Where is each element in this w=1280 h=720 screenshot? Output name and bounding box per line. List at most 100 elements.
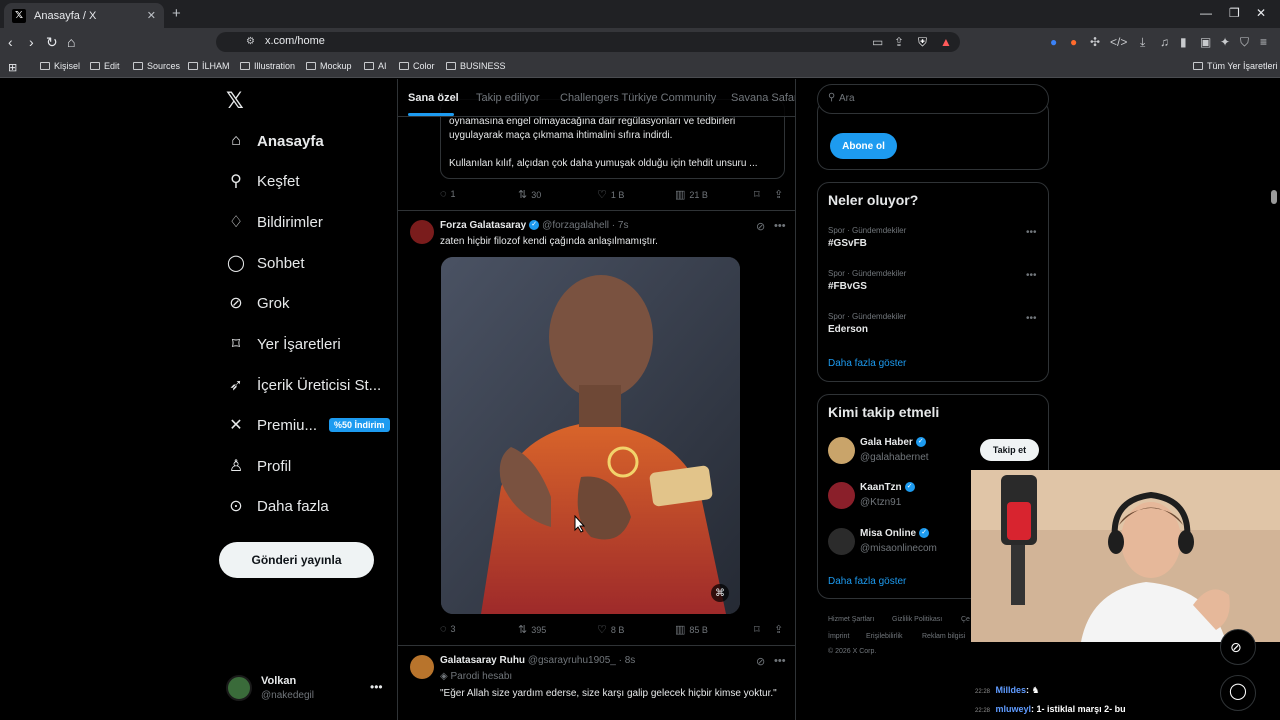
site-info-icon[interactable]: ⚙ bbox=[246, 35, 255, 49]
more-horizontal-icon[interactable]: ••• bbox=[774, 655, 786, 667]
like-button[interactable]: ♡ 8 B bbox=[597, 623, 624, 636]
trend-item[interactable]: Ederson bbox=[828, 324, 868, 335]
share-icon[interactable]: ⇪ bbox=[894, 35, 904, 49]
maximize-icon[interactable]: ❐ bbox=[1229, 6, 1240, 20]
avatar[interactable] bbox=[410, 220, 434, 244]
devtools-icon[interactable]: </> bbox=[1110, 35, 1127, 49]
vpn-icon[interactable]: ⛉ bbox=[1240, 35, 1249, 49]
share-post-button[interactable]: ⇪ bbox=[774, 188, 783, 201]
views-button[interactable]: ▥ 85 B bbox=[675, 623, 708, 636]
like-button[interactable]: ♡ 1 B bbox=[597, 188, 624, 201]
bookmark-folder[interactable]: Kişisel bbox=[40, 61, 80, 71]
nav-premium[interactable]: ✕ Premiu... %50 İndirim bbox=[226, 413, 390, 437]
minimize-icon[interactable]: — bbox=[1200, 6, 1212, 20]
tab-for-you[interactable]: Sana özel bbox=[408, 92, 459, 104]
new-tab-icon[interactable]: + bbox=[172, 5, 181, 22]
bookmark-folder[interactable]: AI bbox=[364, 61, 387, 71]
bookmark-folder[interactable]: Color bbox=[399, 61, 435, 71]
tab-savana-safari[interactable]: Savana Safari bbox=[731, 92, 795, 104]
forward-icon[interactable]: › bbox=[29, 34, 34, 50]
bookmark-post-button[interactable]: ⌑ bbox=[754, 623, 760, 636]
wallet-icon[interactable]: ▣ bbox=[1200, 35, 1211, 49]
reply-button[interactable]: ◌ 3 bbox=[440, 623, 456, 635]
footer-link[interactable]: Reklam bilgisi bbox=[922, 633, 965, 640]
account-switcher[interactable]: Volkan @nakedegil ••• bbox=[226, 675, 386, 705]
footer-link[interactable]: İmprint bbox=[828, 633, 849, 640]
bookmark-folder[interactable]: Mockup bbox=[306, 61, 352, 71]
nav-explore[interactable]: ⚲ Keşfet bbox=[226, 169, 299, 193]
repost-button[interactable]: ⇅ 395 bbox=[518, 623, 546, 636]
bookmark-post-button[interactable]: ⌑ bbox=[754, 188, 760, 201]
avatar[interactable] bbox=[828, 482, 855, 509]
more-horizontal-icon[interactable]: ••• bbox=[774, 220, 786, 232]
nav-bookmarks[interactable]: ⌑ Yer İşaretleri bbox=[226, 332, 341, 356]
bookmark-folder[interactable]: Illustration bbox=[240, 61, 295, 71]
nav-grok[interactable]: ⊘ Grok bbox=[226, 291, 289, 315]
views-button[interactable]: ▥ 21 B bbox=[675, 188, 708, 201]
nav-home[interactable]: ⌂ Anasayfa bbox=[226, 129, 324, 153]
page-scrollbar[interactable] bbox=[1271, 190, 1277, 204]
bookmark-folder[interactable]: Sources bbox=[133, 61, 180, 71]
show-more-link[interactable]: Daha fazla göster bbox=[828, 358, 906, 369]
avatar[interactable] bbox=[828, 437, 855, 464]
post-image[interactable] bbox=[441, 257, 740, 614]
more-horizontal-icon[interactable]: ••• bbox=[1026, 227, 1037, 238]
nav-chat[interactable]: ◯ Sohbet bbox=[226, 251, 305, 275]
music-icon[interactable]: ♫ bbox=[1160, 35, 1169, 49]
footer-link[interactable]: Erişilebilirlik bbox=[866, 633, 903, 640]
address-bar[interactable] bbox=[216, 32, 960, 52]
nav-creator-studio[interactable]: ➶ İçerik Üreticisi St... bbox=[226, 373, 381, 397]
window-close-icon[interactable]: ✕ bbox=[1256, 6, 1266, 20]
menu-icon[interactable]: ≡ bbox=[1260, 35, 1267, 49]
bookmark-folder[interactable]: İLHAM bbox=[188, 61, 230, 71]
tab-following[interactable]: Takip ediliyor bbox=[476, 92, 540, 104]
suggested-account[interactable]: KaanTzn ✓ bbox=[860, 482, 918, 493]
url-text[interactable]: x.com/home bbox=[265, 35, 325, 47]
all-bookmarks[interactable]: Tüm Yer İşaretleri bbox=[1193, 61, 1278, 71]
subscribe-button[interactable]: Abone ol bbox=[830, 133, 897, 159]
suggested-account[interactable]: Misa Online ✓ bbox=[860, 528, 932, 539]
bookmark-folder[interactable]: Edit bbox=[90, 61, 120, 71]
sidebar-icon[interactable]: ▮ bbox=[1180, 35, 1187, 49]
more-horizontal-icon[interactable]: ••• bbox=[1026, 313, 1037, 324]
share-post-button[interactable]: ⇪ bbox=[774, 623, 783, 636]
footer-link[interactable]: Çe bbox=[961, 616, 970, 623]
more-horizontal-icon[interactable]: ••• bbox=[1026, 270, 1037, 281]
footer-link[interactable]: Gizlilik Politikası bbox=[892, 616, 942, 623]
show-more-link[interactable]: Daha fazla göster bbox=[828, 576, 906, 587]
reload-icon[interactable]: ↻ bbox=[46, 34, 58, 50]
nav-more[interactable]: ⊙ Daha fazla bbox=[226, 494, 328, 518]
x-logo-icon[interactable]: 𝕏 bbox=[226, 88, 244, 114]
tab-community[interactable]: Challengers Türkiye Community bbox=[560, 92, 716, 104]
home-browser-icon[interactable]: ⌂ bbox=[67, 34, 75, 50]
grok-icon[interactable]: ⊘ bbox=[756, 655, 765, 668]
download-icon[interactable]: ⤓ bbox=[1140, 35, 1145, 49]
back-icon[interactable]: ‹ bbox=[8, 34, 13, 50]
bookmark-folder[interactable]: BUSINESS bbox=[446, 61, 506, 71]
avatar[interactable] bbox=[410, 655, 434, 679]
post-author[interactable]: Forza Galatasaray ✓ @forzagalahell · 7s bbox=[440, 220, 628, 231]
extension-blue-icon[interactable]: ● bbox=[1050, 35, 1057, 49]
tab-close-icon[interactable]: ✕ bbox=[147, 9, 156, 22]
trend-item[interactable]: #FBvGS bbox=[828, 281, 867, 292]
extension-orange-icon[interactable]: ● bbox=[1070, 35, 1077, 49]
apps-icon[interactable]: ⊞ bbox=[8, 61, 17, 74]
avatar[interactable] bbox=[828, 528, 855, 555]
browser-tab[interactable]: 𝕏 Anasayfa / X ✕ bbox=[4, 3, 164, 28]
footer-link[interactable]: Hizmet Şartları bbox=[828, 616, 874, 623]
grok-icon[interactable]: ⊘ bbox=[756, 220, 765, 233]
shield-icon[interactable]: ⛨ bbox=[918, 35, 927, 49]
cast-icon[interactable]: ▭ bbox=[872, 35, 883, 49]
post-author[interactable]: Galatasaray Ruhu @gsarayruhu1905_ · 8s bbox=[440, 655, 635, 666]
follow-button[interactable]: Takip et bbox=[980, 439, 1039, 461]
reply-button[interactable]: ◌ 1 bbox=[440, 188, 456, 200]
post-button[interactable]: Gönderi yayınla bbox=[219, 542, 374, 578]
nav-notifications[interactable]: ♢ Bildirimler bbox=[226, 210, 323, 234]
more-horizontal-icon[interactable]: ••• bbox=[370, 680, 383, 694]
extensions-icon[interactable]: ✣ bbox=[1090, 35, 1100, 49]
trend-item[interactable]: #GSvFB bbox=[828, 238, 867, 249]
image-description-icon[interactable]: ⌘ bbox=[711, 584, 729, 602]
repost-button[interactable]: ⇅ 30 bbox=[518, 188, 541, 201]
ai-icon[interactable]: ✦ bbox=[1220, 35, 1230, 49]
nav-profile[interactable]: ♙ Profil bbox=[226, 454, 291, 478]
